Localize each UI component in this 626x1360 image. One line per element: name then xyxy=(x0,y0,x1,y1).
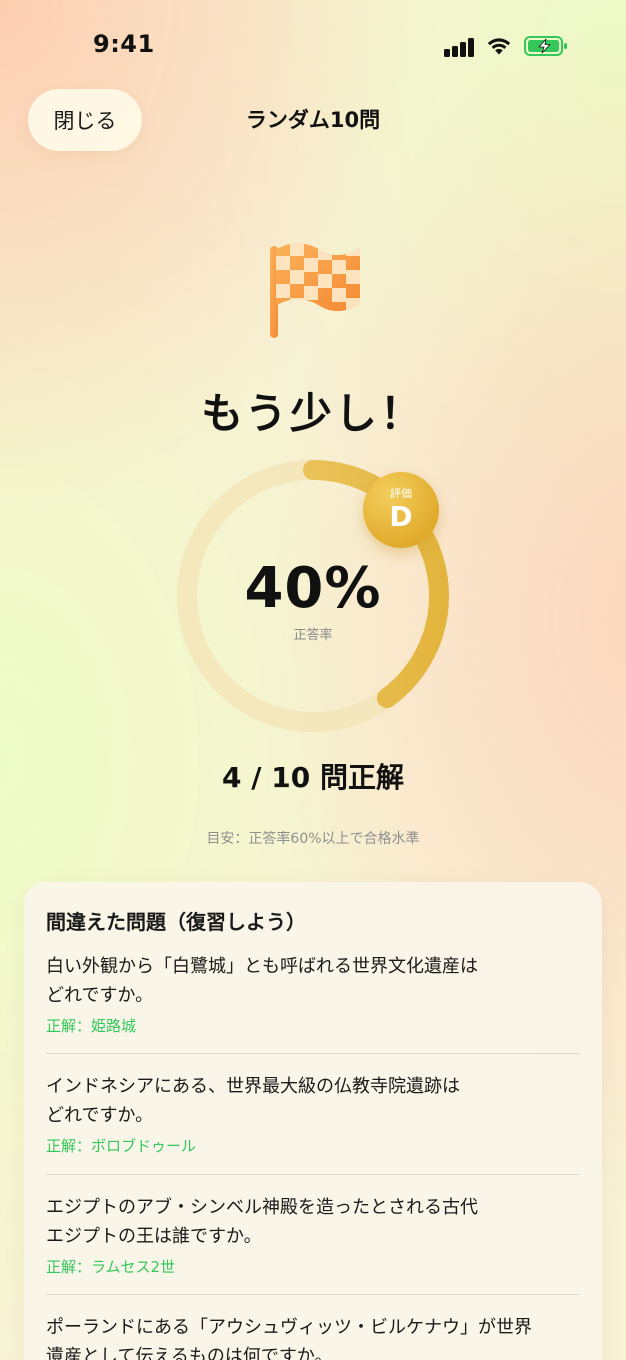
page-title: ランダム10問 xyxy=(245,108,381,132)
grade-badge: 評価 D xyxy=(363,472,439,548)
question-text-line: どれですか。 xyxy=(46,1105,154,1126)
grade-label: 評価 xyxy=(390,487,412,500)
list-item[interactable]: エジプトのアブ・シンベル神殿を造ったとされる古代 エジプトの王は誰ですか。 正解… xyxy=(46,1193,580,1277)
question-text-line: どれですか。 xyxy=(46,985,154,1006)
signal-icon xyxy=(444,37,476,57)
question-text-line: 白い外観から「白鷺城」とも呼ばれる世界文化遺産は xyxy=(46,956,478,977)
status-time: 9:41 xyxy=(93,30,155,58)
accuracy-percent: 40% xyxy=(244,556,382,621)
battery-charging-icon xyxy=(524,36,567,56)
checkered-flag-icon xyxy=(270,243,360,338)
grade-value: D xyxy=(389,500,413,533)
question-text-line: 遺産として伝えるものは何ですか。 xyxy=(46,1346,333,1360)
divider xyxy=(46,1174,580,1175)
correct-answer: 正解：ラムセス2世 xyxy=(46,1258,176,1276)
correct-answer: 正解：ボロブドゥール xyxy=(46,1137,197,1155)
question-text-line: エジプトのアブ・シンベル神殿を造ったとされる古代 xyxy=(46,1197,478,1218)
divider xyxy=(46,1294,580,1295)
wrong-questions-title: 間違えた問題（復習しよう） xyxy=(46,910,306,934)
result-headline: もう少し！ xyxy=(201,389,425,438)
score-text: 4 / 10 問正解 xyxy=(222,761,404,794)
list-item[interactable]: ポーランドにある「アウシュヴィッツ・ビルケナウ」が世界 遺産として伝えるものは何… xyxy=(46,1313,580,1360)
list-item[interactable]: 白い外観から「白鷺城」とも呼ばれる世界文化遺産は どれですか。 正解：姫路城 xyxy=(46,952,580,1036)
accuracy-label: 正答率 xyxy=(293,628,333,643)
correct-answer: 正解：姫路城 xyxy=(46,1017,137,1035)
list-item[interactable]: インドネシアにある、世界最大級の仏教寺院遺跡は どれですか。 正解：ボロブドゥー… xyxy=(46,1072,580,1156)
divider xyxy=(46,1053,580,1054)
wifi-icon xyxy=(487,38,511,55)
question-text-line: ポーランドにある「アウシュヴィッツ・ビルケナウ」が世界 xyxy=(46,1317,532,1338)
pass-hint: 目安：正答率60%以上で合格水準 xyxy=(206,831,420,847)
question-text-line: インドネシアにある、世界最大級の仏教寺院遺跡は xyxy=(46,1076,460,1097)
question-text-line: エジプトの王は誰ですか。 xyxy=(46,1226,262,1247)
